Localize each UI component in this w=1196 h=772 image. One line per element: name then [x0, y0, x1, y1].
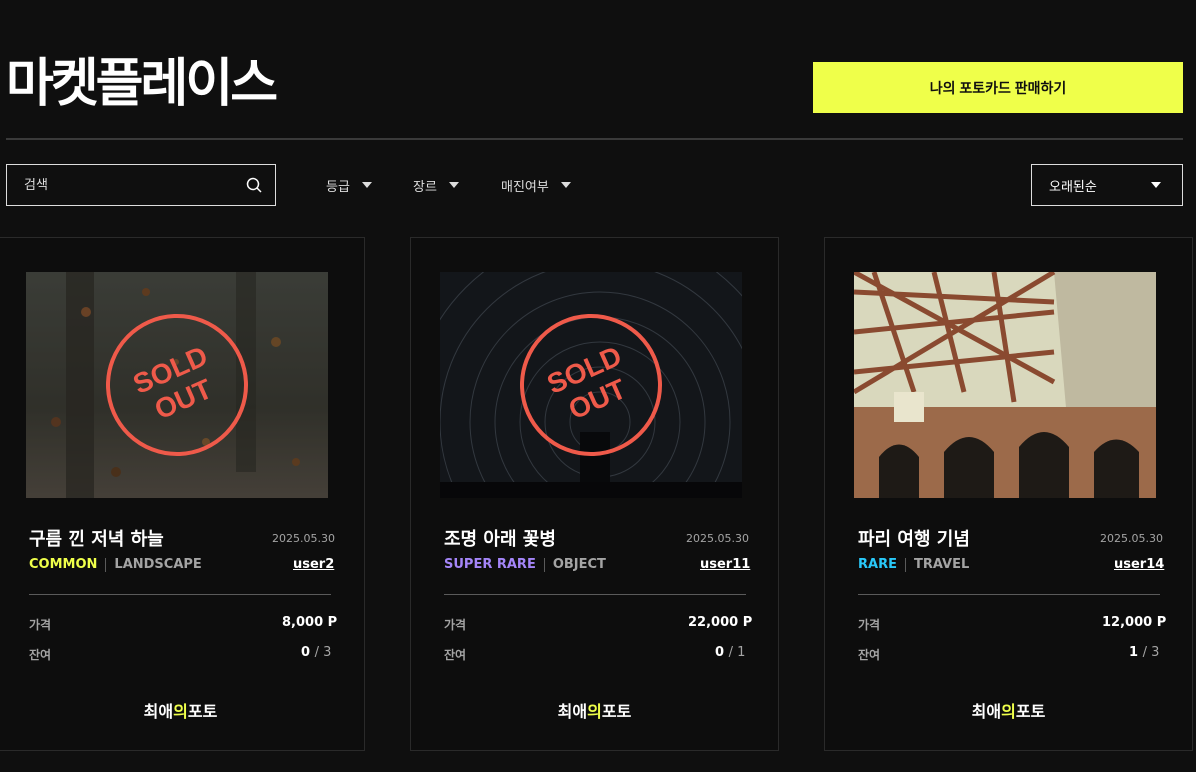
- card-image: SOLD OUT: [26, 272, 328, 498]
- remaining-label: 잔여: [444, 648, 467, 662]
- brand-logo: 최애의포토: [143, 702, 218, 721]
- search-input[interactable]: [24, 177, 245, 193]
- photocard[interactable]: SOLD OUT: [0, 237, 365, 751]
- card-divider: [858, 594, 1160, 595]
- remaining-label: 잔여: [858, 648, 881, 662]
- card-genre: OBJECT: [552, 557, 606, 572]
- chevron-down-icon: [448, 182, 459, 188]
- brand-logo: 최애의포토: [971, 702, 1046, 721]
- remaining-value: 0 / 3: [301, 645, 332, 660]
- card-meta: RARE TRAVEL: [858, 557, 969, 572]
- card-genre: LANDSCAPE: [114, 557, 202, 572]
- card-meta: COMMON LANDSCAPE: [29, 557, 202, 572]
- price-value: 12,000 P: [1102, 615, 1167, 630]
- remaining-label: 잔여: [29, 648, 52, 662]
- meta-divider: [543, 557, 545, 572]
- meta-divider: [105, 557, 107, 572]
- header-divider: [6, 138, 1183, 140]
- price-label: 가격: [858, 618, 881, 632]
- brand-logo: 최애의포토: [557, 702, 632, 721]
- card-date: 2025.05.30: [1100, 532, 1163, 545]
- card-grade: COMMON: [29, 557, 98, 572]
- sort-select[interactable]: 오래된순: [1031, 164, 1183, 206]
- meta-divider: [904, 557, 906, 572]
- price-label: 가격: [444, 618, 467, 632]
- remaining-value: 0 / 1: [715, 645, 746, 660]
- search-icon[interactable]: [245, 176, 263, 194]
- card-divider: [29, 594, 331, 595]
- chevron-down-icon: [1151, 182, 1161, 188]
- card-grade: RARE: [858, 557, 897, 572]
- chevron-down-icon: [560, 182, 571, 188]
- page-title: 마켓플레이스: [6, 54, 278, 114]
- card-image: SOLD OUT: [440, 272, 742, 498]
- card-image: [854, 272, 1156, 498]
- card-owner[interactable]: user14: [1114, 557, 1164, 572]
- card-owner[interactable]: user2: [293, 557, 334, 572]
- price-value: 22,000 P: [688, 615, 753, 630]
- card-divider: [444, 594, 746, 595]
- chevron-down-icon: [361, 182, 372, 188]
- card-date: 2025.05.30: [686, 532, 749, 545]
- filter-grade[interactable]: 등급: [326, 175, 372, 195]
- filter-soldout[interactable]: 매진여부: [501, 175, 571, 195]
- card-genre: TRAVEL: [913, 557, 970, 572]
- filter-genre-label: 장르: [413, 179, 437, 195]
- filter-genre[interactable]: 장르: [413, 175, 459, 195]
- price-label: 가격: [29, 618, 52, 632]
- card-title: 구름 낀 저녁 하늘: [29, 529, 164, 550]
- sell-photocard-button[interactable]: 나의 포토카드 판매하기: [813, 62, 1183, 113]
- filter-soldout-label: 매진여부: [501, 179, 549, 195]
- sort-selected-label: 오래된순: [1049, 179, 1097, 195]
- search-box[interactable]: [6, 164, 276, 206]
- filter-grade-label: 등급: [326, 179, 350, 195]
- card-date: 2025.05.30: [272, 532, 335, 545]
- price-value: 8,000 P: [282, 615, 338, 630]
- card-owner[interactable]: user11: [700, 557, 750, 572]
- card-title: 파리 여행 기념: [858, 529, 970, 550]
- photocard[interactable]: [824, 237, 1193, 751]
- card-grade: SUPER RARE: [444, 557, 536, 572]
- photocard[interactable]: SOLD OUT: [410, 237, 779, 751]
- card-meta: SUPER RARE OBJECT: [444, 557, 606, 572]
- card-title: 조명 아래 꽃병: [444, 529, 556, 550]
- remaining-value: 1 / 3: [1129, 645, 1160, 660]
